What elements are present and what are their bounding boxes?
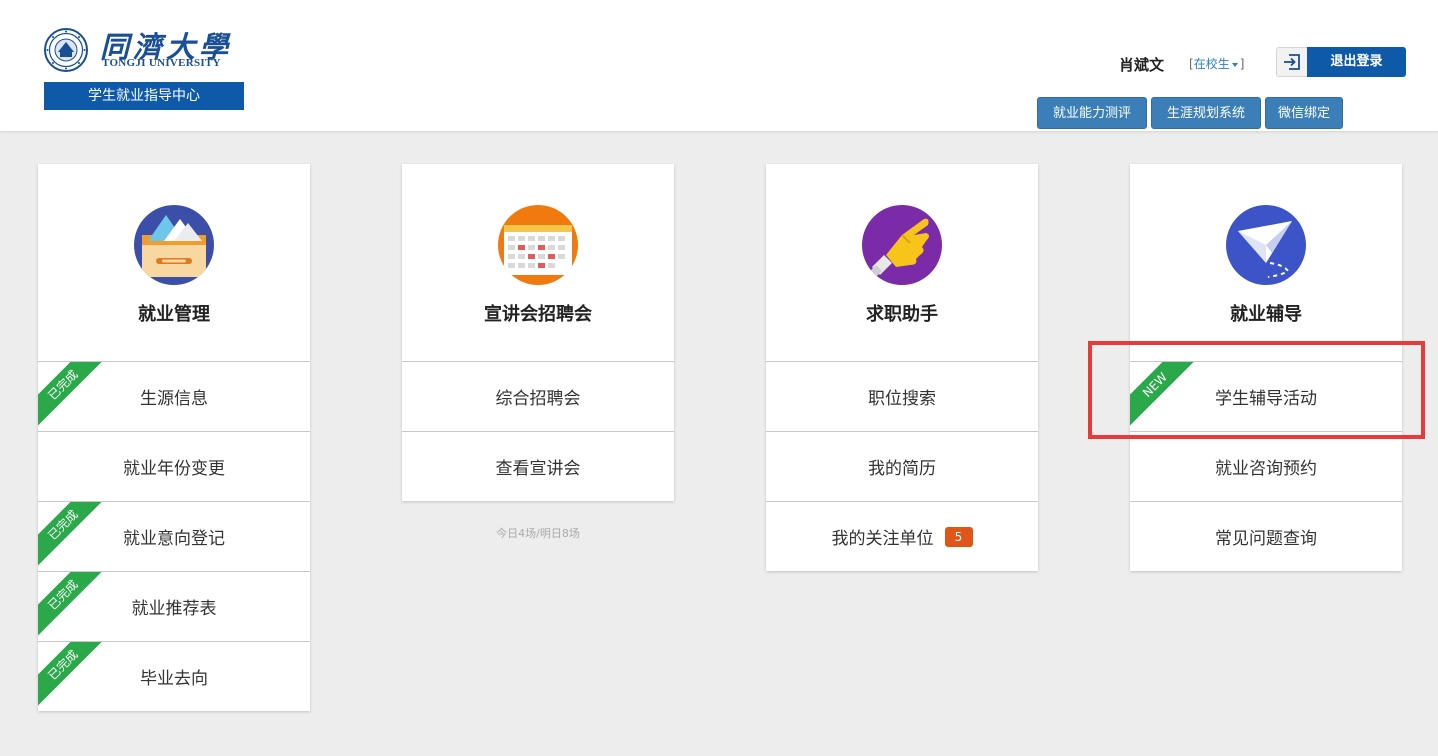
highlight-box bbox=[1088, 341, 1425, 439]
logo-english-name: TONGJI UNIVERSITY bbox=[102, 57, 221, 69]
completed-ribbon: 已完成 bbox=[38, 502, 110, 571]
university-seal-icon bbox=[44, 28, 88, 72]
status-dropdown[interactable]: [在校生] bbox=[1189, 55, 1244, 72]
caret-down-icon bbox=[1231, 62, 1238, 67]
list-item-view-presentations[interactable]: 查看宣讲会 bbox=[402, 431, 674, 501]
center-name-bar: 学生就业指导中心 bbox=[44, 82, 244, 110]
career-planning-system-button[interactable]: 生涯规划系统 bbox=[1151, 97, 1261, 129]
completed-ribbon: 已完成 bbox=[38, 362, 110, 431]
wechat-binding-button[interactable]: 微信绑定 bbox=[1265, 97, 1343, 129]
count-badge: 5 bbox=[944, 526, 973, 547]
list-item-employment-intention[interactable]: 已完成 就业意向登记 bbox=[38, 501, 310, 571]
list-item-label: 职位搜索 bbox=[868, 389, 936, 409]
paper-plane-icon bbox=[1226, 205, 1306, 285]
list-item-label: 就业年份变更 bbox=[123, 459, 225, 479]
list-item-faq[interactable]: 常见问题查询 bbox=[1130, 501, 1402, 571]
fair-count-note: 今日4场/明日8场 bbox=[496, 527, 580, 540]
card-employment-management: 就业管理 已完成 生源信息 就业年份变更 已完成 就业意向登记 已完成 就业推荐… bbox=[38, 164, 310, 711]
logout-icon bbox=[1284, 54, 1300, 70]
completed-ribbon: 已完成 bbox=[38, 642, 110, 711]
header: 同濟大學 TONGJI UNIVERSITY 学生就业指导中心 肖斌文 [在校生… bbox=[0, 0, 1438, 132]
list-item-source-info[interactable]: 已完成 生源信息 bbox=[38, 361, 310, 431]
completed-ribbon: 已完成 bbox=[38, 572, 110, 641]
card-career-fairs: 宣讲会招聘会 综合招聘会 查看宣讲会 bbox=[402, 164, 674, 501]
list-item-job-search[interactable]: 职位搜索 bbox=[766, 361, 1038, 431]
status-label: 在校生 bbox=[1193, 57, 1230, 71]
list-item-label: 就业咨询预约 bbox=[1215, 459, 1317, 479]
logout-button[interactable]: 退出登录 bbox=[1276, 47, 1406, 77]
list-item-label: 常见问题查询 bbox=[1215, 529, 1317, 549]
list-item-employment-year-change[interactable]: 就业年份变更 bbox=[38, 431, 310, 501]
user-name: 肖斌文 bbox=[1119, 56, 1165, 74]
list-item-label: 就业意向登记 bbox=[123, 529, 225, 549]
list-item-comprehensive-fair[interactable]: 综合招聘会 bbox=[402, 361, 674, 431]
card-job-assistant: 求职助手 职位搜索 我的简历 我的关注单位 5 bbox=[766, 164, 1038, 571]
list-item-label: 毕业去向 bbox=[140, 669, 208, 689]
card-title: 就业管理 bbox=[138, 304, 210, 325]
calendar-icon bbox=[498, 205, 578, 285]
list-item-label: 生源信息 bbox=[140, 389, 208, 409]
logout-label: 退出登录 bbox=[1307, 47, 1406, 77]
card-title: 宣讲会招聘会 bbox=[484, 304, 592, 325]
list-item-label: 我的简历 bbox=[868, 459, 936, 479]
list-item-followed-companies[interactable]: 我的关注单位 5 bbox=[766, 501, 1038, 571]
pointing-hand-icon bbox=[862, 205, 942, 285]
list-item-label: 综合招聘会 bbox=[495, 389, 581, 409]
card-title: 就业辅导 bbox=[1230, 304, 1302, 325]
logout-icon-box bbox=[1276, 47, 1307, 77]
list-item-graduation-destination[interactable]: 已完成 毕业去向 bbox=[38, 641, 310, 711]
card-title: 求职助手 bbox=[866, 304, 938, 325]
status-bracket-close: ] bbox=[1239, 57, 1245, 71]
list-item-consultation-booking[interactable]: 就业咨询预约 bbox=[1130, 431, 1402, 501]
list-item-label: 我的关注单位 bbox=[831, 529, 934, 549]
card-head: 就业管理 bbox=[38, 164, 310, 361]
list-item-label: 就业推荐表 bbox=[131, 599, 217, 619]
card-head: 求职助手 bbox=[766, 164, 1038, 361]
card-head: 就业辅导 bbox=[1130, 164, 1402, 361]
list-item-label: 查看宣讲会 bbox=[495, 459, 581, 479]
drawer-icon bbox=[134, 205, 214, 285]
career-ability-test-button[interactable]: 就业能力测评 bbox=[1037, 97, 1147, 129]
card-head: 宣讲会招聘会 bbox=[402, 164, 674, 361]
list-item-my-resume[interactable]: 我的简历 bbox=[766, 431, 1038, 501]
list-item-recommendation-form[interactable]: 已完成 就业推荐表 bbox=[38, 571, 310, 641]
